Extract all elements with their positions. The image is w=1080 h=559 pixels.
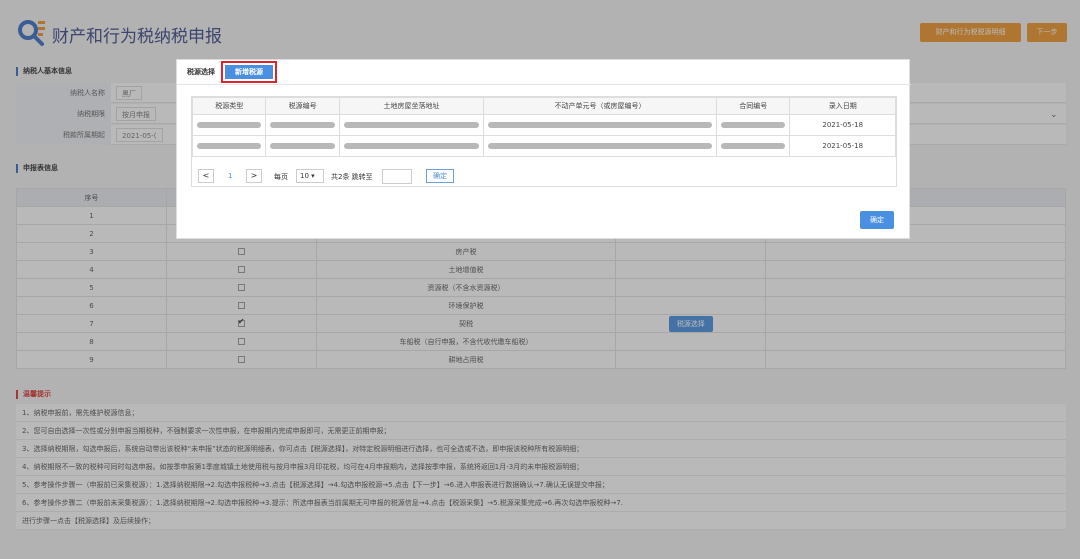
modal-col-header: 税源类型 [191, 97, 267, 115]
redacted-bar [488, 122, 713, 128]
modal-col-header: 合同编号 [716, 97, 791, 115]
redacted-bar [197, 122, 262, 128]
tax-source-table: 税源类型 税源编号 土地房屋坐落地址 不动产单元号（或房屋编号） 合同编号 录入日期 20… [191, 97, 896, 157]
prev-page-button[interactable]: < [198, 169, 214, 183]
redacted-cell [338, 135, 485, 157]
redacted-cell [191, 135, 267, 157]
tax-source-modal: 税源选择 新增税源 税源类型 税源编号 土地房屋坐落地址 不动产单元号（或房屋编号）合… [176, 59, 911, 239]
row-entry-date: 2021-05-18 [789, 114, 896, 136]
redacted-bar [343, 143, 480, 149]
per-page-value: 10 [300, 172, 309, 180]
per-page-select[interactable]: 10 ▾ [296, 169, 324, 183]
redacted-cell [483, 135, 718, 157]
modal-col-header: 录入日期 [789, 97, 896, 115]
current-page[interactable]: 1 [228, 172, 232, 180]
table-row[interactable]: 2021-05-18 [191, 135, 896, 157]
modal-table-wrap: 税源类型 税源编号 土地房屋坐落地址 不动产单元号（或房屋编号） 合同编号 录入日期 20… [191, 96, 897, 187]
pagination: < 1 > 每页 10 ▾ 共2条 跳转至 确定 [192, 163, 896, 187]
modal-confirm-button[interactable]: 确定 [860, 211, 894, 229]
redacted-bar [488, 143, 713, 149]
per-page-label: 每页 [274, 173, 288, 181]
table-row[interactable]: 2021-05-18 [191, 114, 896, 136]
redacted-cell [716, 114, 791, 136]
redacted-cell [265, 114, 340, 136]
modal-col-header: 土地房屋坐落地址 [338, 97, 485, 115]
modal-col-header: 税源编号 [265, 97, 340, 115]
redacted-bar [270, 143, 335, 149]
redacted-cell [191, 114, 267, 136]
total-jump-label: 共2条 跳转至 [331, 173, 373, 181]
redacted-bar [197, 143, 262, 149]
redacted-cell [483, 114, 718, 136]
modal-tabs: 税源选择 新增税源 [177, 60, 911, 85]
redacted-cell [265, 135, 340, 157]
redacted-bar [270, 122, 335, 128]
redacted-bar [343, 122, 480, 128]
redacted-cell [338, 114, 485, 136]
redacted-cell [716, 135, 791, 157]
tab-tax-source-select[interactable]: 税源选择 [187, 67, 215, 77]
next-page-button[interactable]: > [246, 169, 262, 183]
jump-go-button[interactable]: 确定 [426, 169, 454, 183]
row-entry-date: 2021-05-18 [789, 135, 896, 157]
tab-new-tax-source-highlight[interactable]: 新增税源 [221, 61, 277, 83]
modal-col-header: 不动产单元号（或房屋编号） [483, 97, 718, 115]
jump-page-input[interactable] [382, 169, 412, 184]
redacted-bar [721, 143, 786, 149]
tab-new-tax-source[interactable]: 新增税源 [225, 65, 273, 79]
redacted-bar [721, 122, 786, 128]
